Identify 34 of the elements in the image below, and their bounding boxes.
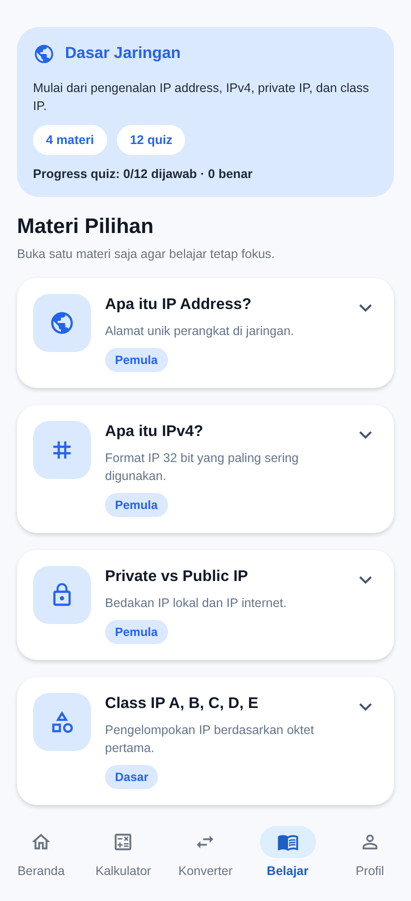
chevron-button[interactable] [359, 304, 372, 312]
lesson-description: Pengelompokan IP berdasarkan oktet pertama. [105, 722, 315, 757]
chevron-button[interactable] [359, 576, 372, 584]
lesson-card[interactable]: Private vs Public IP Bedakan IP lokal dan IP internet. Pemula [17, 550, 394, 660]
count-chip: 12 quiz [116, 125, 186, 155]
level-tag: Pemula [105, 493, 168, 517]
lesson-title: Class IP A, B, C, D, E [105, 695, 258, 713]
level-tag: Pemula [105, 348, 168, 372]
chevron-button[interactable] [359, 703, 372, 711]
nav-tab[interactable]: Beranda [1, 826, 82, 901]
section-subtitle: Buka satu materi saja agar belajar tetap fokus. [17, 247, 276, 261]
lesson-title: Apa itu IPv4? [105, 423, 204, 441]
lesson-title: Private vs Public IP [105, 568, 248, 586]
lesson-card[interactable]: Class IP A, B, C, D, E Pengelompokan IP berdasarkan oktet pertama. Dasar [17, 677, 394, 805]
lesson-description: Format IP 32 bit yang paling sering digunakan. [105, 450, 300, 485]
course-description: Mulai dari pengenalan IP address, IPv4, private IP, dan class IP. [33, 80, 370, 115]
chevron-button[interactable] [359, 431, 372, 439]
lesson-description: Alamat unik perangkat di jaringan. [105, 323, 296, 340]
lesson-card[interactable]: Apa itu IP Address? Alamat unik perangkat di jaringan. Pemula [17, 278, 394, 388]
nav-tab[interactable]: Profil [330, 826, 410, 901]
section-title: Materi Pilihan [17, 215, 155, 239]
lesson-title: Apa itu IP Address? [105, 296, 252, 314]
nav-tab[interactable]: Kalkulator [83, 826, 164, 901]
count-chip: 4 materi [33, 125, 107, 155]
nav-tab[interactable]: Belajar [248, 826, 328, 901]
calculator-icon [112, 831, 134, 853]
globe-icon [49, 310, 75, 336]
level-tag: Dasar [105, 765, 158, 789]
level-tag: Pemula [105, 620, 168, 644]
course-title: Dasar Jaringan [65, 45, 181, 63]
nav-tab[interactable]: Konverter [165, 826, 246, 901]
globe-icon [33, 43, 55, 65]
lesson-card[interactable]: Apa itu IPv4? Format IP 32 bit yang paling sering digunakan. Pemula [17, 405, 394, 533]
lesson-description: Bedakan IP lokal dan IP internet. [105, 595, 288, 612]
